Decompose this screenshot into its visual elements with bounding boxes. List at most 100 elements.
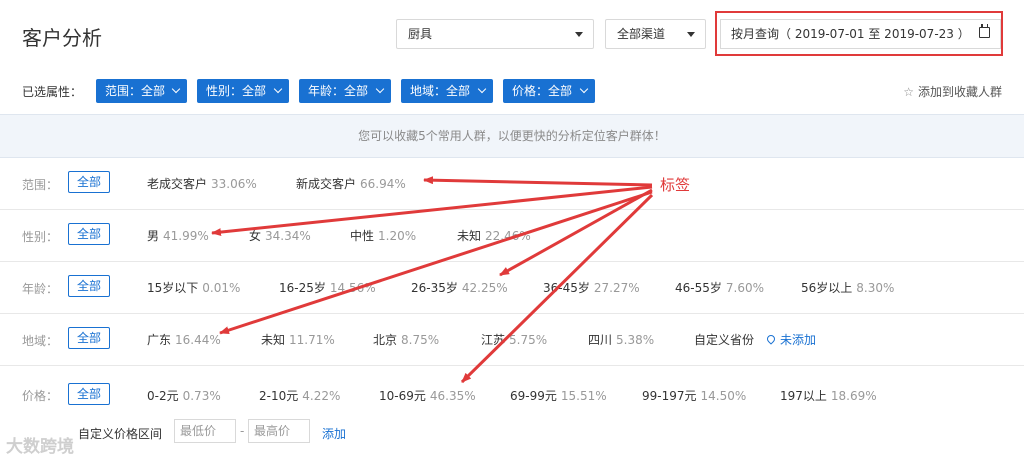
tag-annotation: 标签 (660, 176, 691, 194)
option-label: 36-45岁 (543, 281, 590, 295)
option-new-customers[interactable]: 新成交客户 66.94% (296, 175, 406, 192)
not-added-label: 未添加 (780, 333, 817, 347)
all-button[interactable]: 全部 (68, 223, 110, 245)
channel-select[interactable]: 全部渠道 (605, 19, 706, 49)
option-pct: 16.44% (175, 333, 221, 347)
option-age-16-25[interactable]: 16-25岁 14.56% (279, 279, 376, 296)
row-label: 价格： (22, 389, 59, 403)
category-select-value: 厨具 (408, 27, 433, 41)
option-neutral[interactable]: 中性 1.20% (350, 227, 416, 244)
option-sichuan[interactable]: 四川 5.38% (588, 331, 654, 348)
option-beijing[interactable]: 北京 8.75% (373, 331, 439, 348)
option-region-unknown[interactable]: 未知 11.71% (261, 331, 335, 348)
all-button[interactable]: 全部 (68, 327, 110, 349)
option-pct: 8.75% (401, 333, 440, 347)
option-label: 广东 (147, 333, 172, 347)
option-pct: 15.51% (560, 389, 607, 403)
option-age-over-56[interactable]: 56岁以上 8.30% (801, 279, 894, 296)
chevron-down-icon (575, 32, 583, 37)
option-pct: 14.50% (700, 389, 747, 403)
add-price-range-button[interactable]: 添加 (322, 425, 346, 442)
option-label: 老成交客户 (147, 177, 208, 191)
option-age-under-15[interactable]: 15岁以下 0.01% (147, 279, 240, 296)
chevron-down-icon (687, 32, 695, 37)
option-label: 69-99元 (510, 389, 557, 403)
option-old-customers[interactable]: 老成交客户 33.06% (147, 175, 257, 192)
tip-banner: 您可以收藏5个常用人群，以便更快的分析定位客户群体！ (0, 114, 1024, 158)
option-price-69-99[interactable]: 69-99元 15.51% (510, 387, 607, 404)
chip-price[interactable]: 价格：全部 (503, 79, 595, 103)
option-price-0-2[interactable]: 0-2元 0.73% (147, 387, 221, 404)
option-label: 未知 (261, 333, 286, 347)
option-jiangsu[interactable]: 江苏 5.75% (481, 331, 547, 348)
option-pct: 0.01% (202, 281, 241, 295)
page-title: 客户分析 (22, 26, 102, 50)
option-price-2-10[interactable]: 2-10元 4.22% (259, 387, 340, 404)
chip-gender[interactable]: 性别：全部 (197, 79, 289, 103)
chip-label: 性别：全部 (206, 84, 267, 98)
option-label: 46-55岁 (675, 281, 722, 295)
option-age-26-35[interactable]: 26-35岁 42.25% (411, 279, 508, 296)
date-range-picker[interactable]: 按月查询（ 2019-07-01 至 2019-07-23 ） (720, 19, 1001, 49)
chip-age[interactable]: 年龄：全部 (299, 79, 391, 103)
range-dash: - (240, 424, 245, 438)
tip-text: 您可以收藏5个常用人群，以便更快的分析定位客户群体！ (358, 129, 666, 143)
min-price-input[interactable]: 最低价 (174, 419, 236, 443)
option-pct: 5.38% (616, 333, 655, 347)
chip-label: 年龄：全部 (308, 84, 369, 98)
option-age-46-55[interactable]: 46-55岁 7.60% (675, 279, 764, 296)
option-label: 中性 (350, 229, 375, 243)
chevron-down-icon (477, 84, 487, 94)
filter-row-region: 地域： 全部 广东 16.44% 未知 11.71% 北京 8.75% 江苏 5.75%… (0, 314, 1024, 366)
category-select[interactable]: 厨具 (396, 19, 594, 49)
option-label: 56岁以上 (801, 281, 853, 295)
option-unknown[interactable]: 未知 22.46% (457, 227, 531, 244)
not-added-link[interactable]: 未添加 (765, 331, 817, 348)
option-pct: 8.30% (856, 281, 895, 295)
chip-region[interactable]: 地域：全部 (401, 79, 493, 103)
option-guangdong[interactable]: 广东 16.44% (147, 331, 221, 348)
all-button[interactable]: 全部 (68, 383, 110, 405)
option-label: 16-25岁 (279, 281, 326, 295)
all-button[interactable]: 全部 (68, 275, 110, 297)
option-pct: 1.20% (378, 229, 417, 243)
option-price-over-197[interactable]: 197以上 18.69% (780, 387, 877, 404)
option-custom-province[interactable]: 自定义省份 (694, 331, 754, 348)
chevron-down-icon (273, 84, 283, 94)
option-label: 未知 (457, 229, 482, 243)
selected-attributes-bar: 已选属性： 范围：全部 性别：全部 年龄：全部 地域：全部 价格：全部 ☆ 添加到… (0, 72, 1024, 112)
option-pct: 4.22% (302, 389, 341, 403)
chevron-down-icon (579, 84, 589, 94)
option-pct: 34.34% (265, 229, 311, 243)
option-price-99-197[interactable]: 99-197元 14.50% (642, 387, 746, 404)
option-pct: 42.25% (461, 281, 508, 295)
add-to-favorites-link[interactable]: ☆ 添加到收藏人群 (903, 83, 1002, 100)
max-price-input[interactable]: 最高价 (248, 419, 310, 443)
option-label: 新成交客户 (296, 177, 357, 191)
date-range-value: 按月查询（ 2019-07-01 至 2019-07-23 ） (731, 27, 970, 41)
option-female[interactable]: 女 34.34% (249, 227, 311, 244)
watermark-logo: 大数跨境 (6, 437, 74, 457)
add-to-favorites-label: 添加到收藏人群 (917, 85, 1002, 99)
custom-price-range: 自定义价格区间 最低价 - 最高价 添加 (0, 412, 1024, 452)
option-pct: 0.73% (182, 389, 221, 403)
chip-label: 价格：全部 (512, 84, 573, 98)
page-header: 客户分析 厨具 全部渠道 按月查询（ 2019-07-01 至 2019-07-… (0, 0, 1024, 72)
option-age-36-45[interactable]: 36-45岁 27.27% (543, 279, 640, 296)
chip-scope[interactable]: 范围：全部 (96, 79, 187, 103)
option-pct: 66.94% (360, 177, 406, 191)
option-male[interactable]: 男 41.99% (147, 227, 209, 244)
option-label: 四川 (588, 333, 613, 347)
row-label: 地域： (22, 334, 59, 348)
filter-row-gender: 性别： 全部 男 41.99% 女 34.34% 中性 1.20% 未知 22.46% (0, 210, 1024, 262)
option-label: 女 (249, 229, 262, 243)
all-button[interactable]: 全部 (68, 171, 110, 193)
option-label: 江苏 (481, 333, 506, 347)
option-label: 2-10元 (259, 389, 299, 403)
row-label: 年龄： (22, 282, 59, 296)
option-pct: 14.56% (329, 281, 376, 295)
option-pct: 11.71% (289, 333, 335, 347)
calendar-icon[interactable] (979, 24, 990, 38)
option-pct: 33.06% (211, 177, 257, 191)
option-price-10-69[interactable]: 10-69元 46.35% (379, 387, 476, 404)
